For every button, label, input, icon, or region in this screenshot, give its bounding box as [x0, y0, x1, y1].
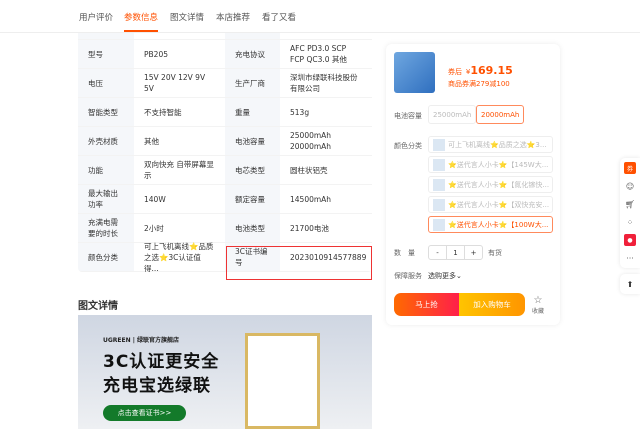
service-dropdown[interactable]: 选购更多⌄	[428, 271, 462, 281]
quantity-label: 数 量	[394, 249, 415, 257]
param-label: 功能	[78, 156, 134, 184]
right-sidebar: 券 ☺ 🛒︎ ⁘ ● ···	[620, 158, 640, 268]
param-value: 25000mAh 20000mAh	[290, 131, 332, 151]
param-value: 可上飞机离线⭐品质之选⭐3C认证值得...	[144, 241, 214, 273]
buy-now-button[interactable]: 马上抢	[394, 293, 459, 316]
capacity-option-selected[interactable]: 20000mAh	[476, 105, 525, 124]
decrease-button[interactable]: -	[429, 246, 447, 259]
chat-icon[interactable]: ☺	[624, 180, 636, 192]
param-label: 智能类型	[78, 98, 134, 126]
table-row: 最大输出功率 140W 额定容量 14500mAh	[78, 185, 372, 214]
table-row: 外壳材质 其他 电池容量 25000mAh 20000mAh	[78, 127, 372, 156]
color-label: 颜色分类	[394, 142, 422, 150]
color-option[interactable]: ⭐送代言人小卡⭐【145W大...	[428, 156, 553, 173]
table-row: 型号 PB205 充电协议 AFC PD3.0 SCP FCP QC3.0 其他	[78, 40, 372, 69]
param-value: 513g	[290, 107, 310, 117]
banner-line1: 3C认证更安全	[103, 352, 220, 372]
param-value: 14500mAh	[290, 194, 332, 204]
tab-reviews[interactable]: 用户评价	[79, 11, 113, 23]
param-label: 颜色分类	[78, 243, 134, 271]
param-value: 圆柱状铝壳	[290, 165, 328, 175]
table-row: 电压 15V 20V 12V 9V 5V 生产厂商 深圳市绿联科技股份有限公司	[78, 69, 372, 98]
param-label: 重量	[225, 98, 280, 126]
highlight-box	[226, 246, 372, 280]
purchase-card: 券后 ¥169.15 商品券满279减100 电池容量 25000mAh 200…	[386, 44, 560, 325]
param-label: 电池类型	[225, 214, 280, 242]
param-value: PB205	[144, 49, 168, 59]
param-label: 电池容量	[225, 127, 280, 155]
color-option-label: ⭐送代言人小卡⭐【氮化镓快...	[448, 180, 550, 189]
quantity-stepper: - 1 +	[428, 245, 483, 260]
tab-details[interactable]: 图文详情	[170, 11, 204, 23]
promo-banner: UGREEN | 绿联官方旗舰店 3C认证更安全 充电宝选绿联 点击查看证书>>	[78, 315, 372, 429]
param-value: 15V 20V 12V 9V 5V	[144, 73, 206, 93]
param-label: 最大输出功率	[78, 185, 134, 213]
param-value: 其他	[144, 136, 159, 146]
table-row: 智能类型 不支持智能 重量 513g	[78, 98, 372, 127]
color-option-label: ⭐送代言人小卡⭐【145W大...	[448, 160, 549, 169]
param-value: 2小时	[144, 223, 164, 233]
product-thumbnail	[394, 52, 435, 93]
cart-icon[interactable]: 🛒︎	[624, 198, 636, 210]
tab-bar: 用户评价 参数信息 图文详情 本店推荐 看了又看	[0, 0, 640, 33]
price-prefix: 券后	[448, 68, 462, 76]
service-label: 保障服务	[394, 272, 422, 280]
tab-params[interactable]: 参数信息	[124, 11, 159, 32]
brand-logo: UGREEN | 绿联官方旗舰店	[103, 337, 180, 344]
color-option[interactable]: ⭐送代言人小卡⭐【氮化镓快...	[428, 176, 553, 193]
quantity-input[interactable]: 1	[447, 246, 465, 259]
more-icon[interactable]: ···	[624, 252, 636, 264]
capacity-option[interactable]: 25000mAh	[428, 105, 477, 124]
option-thumbnail	[433, 178, 445, 191]
param-label: 充满电需要的时长	[78, 214, 134, 242]
add-to-cart-button[interactable]: 加入购物车	[459, 293, 525, 316]
price-value: 169.15	[470, 64, 513, 77]
certificate-image	[245, 333, 320, 429]
section-title: 图文详情	[78, 301, 118, 312]
price: 券后 ¥169.15	[448, 64, 513, 77]
param-label: 电芯类型	[225, 156, 280, 184]
color-option-label: 可上飞机离线⭐品质之选⭐3...	[448, 140, 547, 149]
banner-line2: 充电宝选绿联	[103, 376, 211, 396]
color-option-label: ⭐送代言人小卡⭐【双快充安...	[448, 200, 550, 209]
option-thumbnail	[433, 198, 445, 211]
view-certificate-button[interactable]: 点击查看证书>>	[103, 405, 186, 421]
param-label: 额定容量	[225, 185, 280, 213]
favorite-button[interactable]: ☆ 收藏	[532, 295, 544, 315]
apps-icon[interactable]: ⁘	[624, 216, 636, 228]
param-label: 电压	[78, 69, 134, 97]
coupon-text: 商品券满279减100	[448, 80, 510, 88]
back-to-top-icon[interactable]: ⬆	[620, 274, 640, 294]
tab-also-viewed[interactable]: 看了又看	[262, 11, 296, 23]
param-label: 型号	[78, 40, 134, 68]
param-label: 充电协议	[225, 40, 280, 68]
param-label: 生产厂商	[225, 69, 280, 97]
params-table: 型号 PB205 充电协议 AFC PD3.0 SCP FCP QC3.0 其他电压 1…	[78, 33, 372, 272]
capacity-label: 电池容量	[394, 112, 422, 120]
coupon-icon[interactable]: 券	[624, 162, 636, 174]
param-value: 深圳市绿联科技股份有限公司	[290, 73, 358, 93]
tab-store-recommend[interactable]: 本店推荐	[216, 11, 250, 23]
table-row: 功能 双向快充 自带屏幕显示 电芯类型 圆柱状铝壳	[78, 156, 372, 185]
table-row: 充满电需要的时长 2小时 电池类型 21700电池	[78, 214, 372, 243]
star-icon: ☆	[533, 295, 543, 306]
option-thumbnail	[433, 158, 445, 171]
color-option[interactable]: ⭐送代言人小卡⭐【100W大...	[428, 216, 553, 233]
param-value: 140W	[144, 194, 166, 204]
param-value: 双向快充 自带屏幕显示	[144, 160, 214, 180]
param-value: AFC PD3.0 SCP FCP QC3.0 其他	[290, 44, 347, 64]
stock-status: 有货	[488, 249, 502, 257]
increase-button[interactable]: +	[465, 246, 482, 259]
param-value: 21700电池	[290, 223, 329, 233]
color-option[interactable]: 可上飞机离线⭐品质之选⭐3...	[428, 136, 553, 153]
color-option[interactable]: ⭐送代言人小卡⭐【双快充安...	[428, 196, 553, 213]
red-packet-icon[interactable]: ●	[624, 234, 636, 246]
param-value: 不支持智能	[144, 107, 182, 117]
color-option-label: ⭐送代言人小卡⭐【100W大...	[448, 220, 549, 229]
favorite-label: 收藏	[532, 308, 545, 315]
option-thumbnail	[433, 218, 445, 231]
param-label: 外壳材质	[78, 127, 134, 155]
option-thumbnail	[433, 138, 445, 151]
